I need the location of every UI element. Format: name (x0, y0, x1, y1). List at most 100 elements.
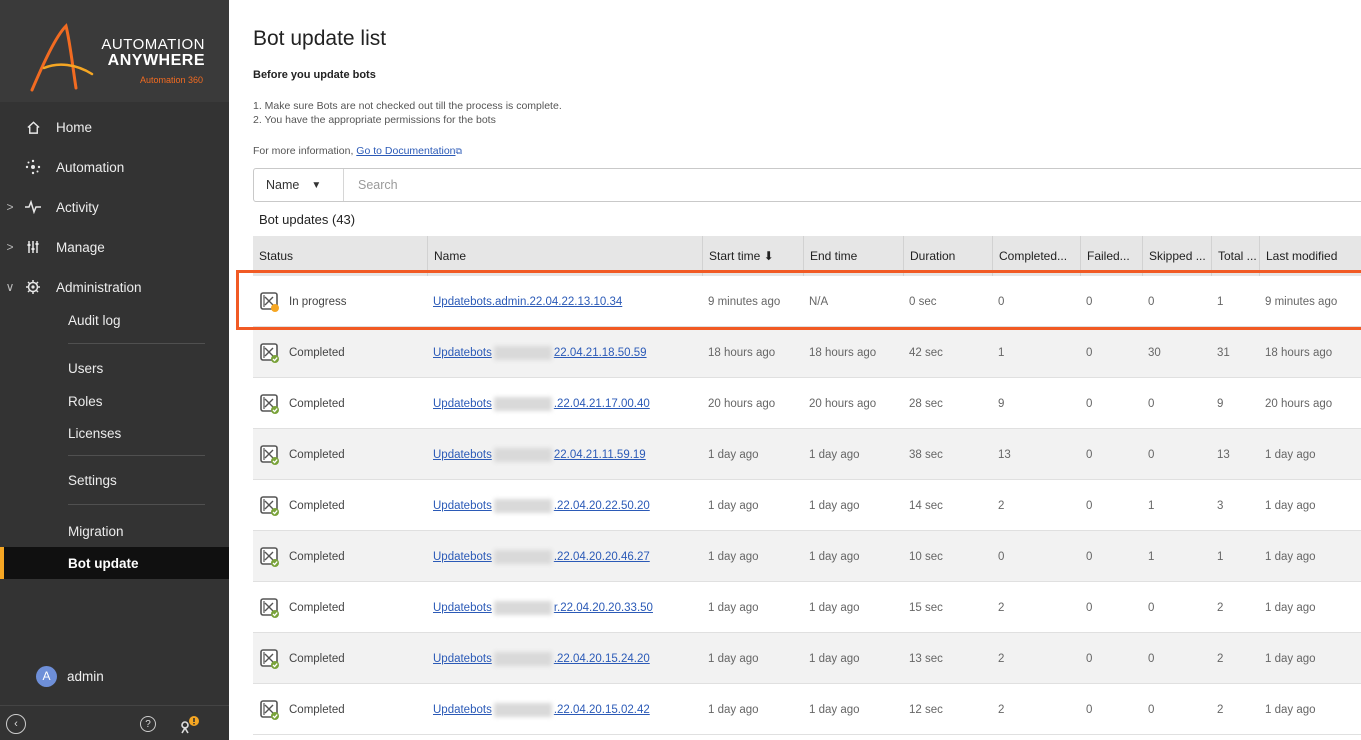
cell-duration: 38 sec (903, 429, 992, 480)
cell-total: 1 (1211, 531, 1259, 582)
bot-completed-icon (259, 393, 281, 415)
cell-status: Completed (253, 684, 427, 735)
status-badge: Completed (259, 648, 345, 670)
cell-failed-value: 0 (1086, 550, 1093, 563)
cell-failed: 0 (1080, 480, 1142, 531)
redacted-text (493, 447, 552, 462)
cell-completed: 2 (992, 582, 1080, 633)
bot-update-name-link[interactable]: Updatebots .22.04.20.22.50.20 (433, 498, 650, 513)
cell-modified: 20 hours ago (1259, 378, 1361, 429)
cell-skipped: 0 (1142, 684, 1211, 735)
cell-skipped: 30 (1142, 327, 1211, 378)
nav-manage[interactable]: > Manage (0, 230, 229, 264)
highlight-box (236, 270, 1361, 330)
cell-failed: 0 (1080, 429, 1142, 480)
cell-status: Completed (253, 327, 427, 378)
sidebar-item-licenses[interactable]: Licenses (68, 419, 218, 447)
nav-automation-label: Automation (56, 159, 125, 175)
brand-header[interactable]: AUTOMATION ANYWHERE Automation 360 (0, 0, 229, 102)
chevron-down-icon: ∨ (5, 280, 15, 294)
collapse-sidebar-button[interactable]: ‹ (6, 714, 26, 734)
bot-update-name-link[interactable]: Updatebots r.22.04.20.20.33.50 (433, 600, 653, 615)
cell-end-value: 1 day ago (809, 550, 860, 563)
sidebar: AUTOMATION ANYWHERE Automation 360 Home … (0, 0, 229, 740)
cell-end: 1 day ago (803, 480, 903, 531)
nav-home[interactable]: Home (0, 110, 229, 144)
bot-update-name-link[interactable]: Updatebots .22.04.20.20.46.27 (433, 549, 650, 564)
table-row[interactable]: Completed Updatebots 22.04.21.11.59.19 1 da… (253, 429, 1361, 480)
cell-skipped: 0 (1142, 429, 1211, 480)
cell-modified-value: 1 day ago (1265, 703, 1316, 716)
sidebar-item-audit-log[interactable]: Audit log (68, 306, 218, 334)
bot-update-name-link[interactable]: Updatebots .22.04.21.17.00.40 (433, 396, 650, 411)
cell-duration: 42 sec (903, 327, 992, 378)
table-row[interactable]: Completed Updatebots .22.04.20.15.02.42 1 d… (253, 684, 1361, 735)
table-row[interactable]: Completed Updatebots .22.04.20.20.46.27 1 d… (253, 531, 1361, 582)
cell-modified-value: 20 hours ago (1265, 397, 1333, 410)
table-row[interactable]: Completed Updatebots r.22.04.20.20.33.50 1 … (253, 582, 1361, 633)
table-row[interactable]: Completed Updatebots .22.04.20.22.50.20 1 d… (253, 480, 1361, 531)
status-badge: Completed (259, 699, 345, 721)
cell-modified-value: 1 day ago (1265, 550, 1316, 563)
sidebar-footer: ‹ ? (0, 705, 229, 740)
cell-skipped: 1 (1142, 531, 1211, 582)
cell-status: Completed (253, 429, 427, 480)
cell-duration-value: 15 sec (909, 601, 943, 614)
sidebar-divider (68, 455, 205, 456)
cell-end: 1 day ago (803, 531, 903, 582)
status-text: Completed (289, 550, 345, 563)
cell-skipped-value: 1 (1148, 499, 1155, 512)
cell-duration-value: 14 sec (909, 499, 943, 512)
help-button[interactable]: ? (140, 716, 156, 732)
bot-update-name-link[interactable]: Updatebots .22.04.20.15.24.20 (433, 651, 650, 666)
bot-update-name-link[interactable]: Updatebots .22.04.20.15.02.42 (433, 702, 650, 717)
sidebar-item-roles[interactable]: Roles (68, 387, 218, 415)
name-suffix: 22.04.21.11.59.19 (553, 448, 646, 461)
table-row[interactable]: Completed Updatebots .22.04.20.15.24.20 1 d… (253, 633, 1361, 684)
nav-administration[interactable]: ∨ Administration (0, 270, 229, 304)
search-field-select[interactable]: Name ▼ (254, 169, 344, 201)
cell-completed: 9 (992, 378, 1080, 429)
name-prefix: Updatebots (433, 499, 492, 512)
cell-name: Updatebots .22.04.20.22.50.20 (427, 480, 702, 531)
table-row[interactable]: Completed Updatebots .22.04.21.17.00.40 20 … (253, 378, 1361, 429)
user-menu[interactable]: A admin (36, 665, 104, 687)
cell-modified: 1 day ago (1259, 684, 1361, 735)
nav-activity[interactable]: > Activity (0, 190, 229, 224)
sidebar-item-users[interactable]: Users (68, 354, 218, 382)
sidebar-divider (68, 343, 205, 344)
nav-automation[interactable]: Automation (0, 150, 229, 184)
sidebar-item-bot-update[interactable]: Bot update (68, 549, 218, 577)
cell-skipped-value: 0 (1148, 397, 1155, 410)
nav-administration-label: Administration (56, 279, 142, 295)
cell-end-value: 1 day ago (809, 499, 860, 512)
cell-skipped: 0 (1142, 582, 1211, 633)
cell-start-value: 20 hours ago (708, 397, 776, 410)
cell-completed-value: 2 (998, 652, 1005, 665)
cell-start: 1 day ago (702, 582, 803, 633)
activity-icon (22, 198, 44, 216)
cell-completed: 2 (992, 480, 1080, 531)
cell-end: 1 day ago (803, 429, 903, 480)
cell-name: Updatebots .22.04.20.15.02.42 (427, 684, 702, 735)
bot-update-name-link[interactable]: Updatebots 22.04.21.18.50.59 (433, 345, 647, 360)
cell-completed-value: 0 (998, 550, 1005, 563)
nav-activity-label: Activity (56, 199, 99, 215)
cell-completed: 2 (992, 633, 1080, 684)
status-badge: Completed (259, 495, 345, 517)
bot-update-name-link[interactable]: Updatebots 22.04.21.11.59.19 (433, 447, 646, 462)
cell-status: Completed (253, 378, 427, 429)
cell-failed-value: 0 (1086, 397, 1093, 410)
documentation-link[interactable]: Go to Documentation (356, 145, 455, 157)
sidebar-item-migration[interactable]: Migration (68, 517, 218, 545)
external-link-icon: ⧉ (455, 146, 462, 156)
notification-icon[interactable] (177, 714, 201, 738)
sidebar-item-settings[interactable]: Settings (68, 466, 218, 494)
redacted-text (493, 345, 552, 360)
search-input[interactable] (358, 169, 1258, 201)
table-row[interactable]: Completed Updatebots 22.04.21.18.50.59 18 h… (253, 327, 1361, 378)
cell-failed-value: 0 (1086, 703, 1093, 716)
bot-completed-icon (259, 699, 281, 721)
status-text: Completed (289, 652, 345, 665)
cell-end-value: 20 hours ago (809, 397, 877, 410)
